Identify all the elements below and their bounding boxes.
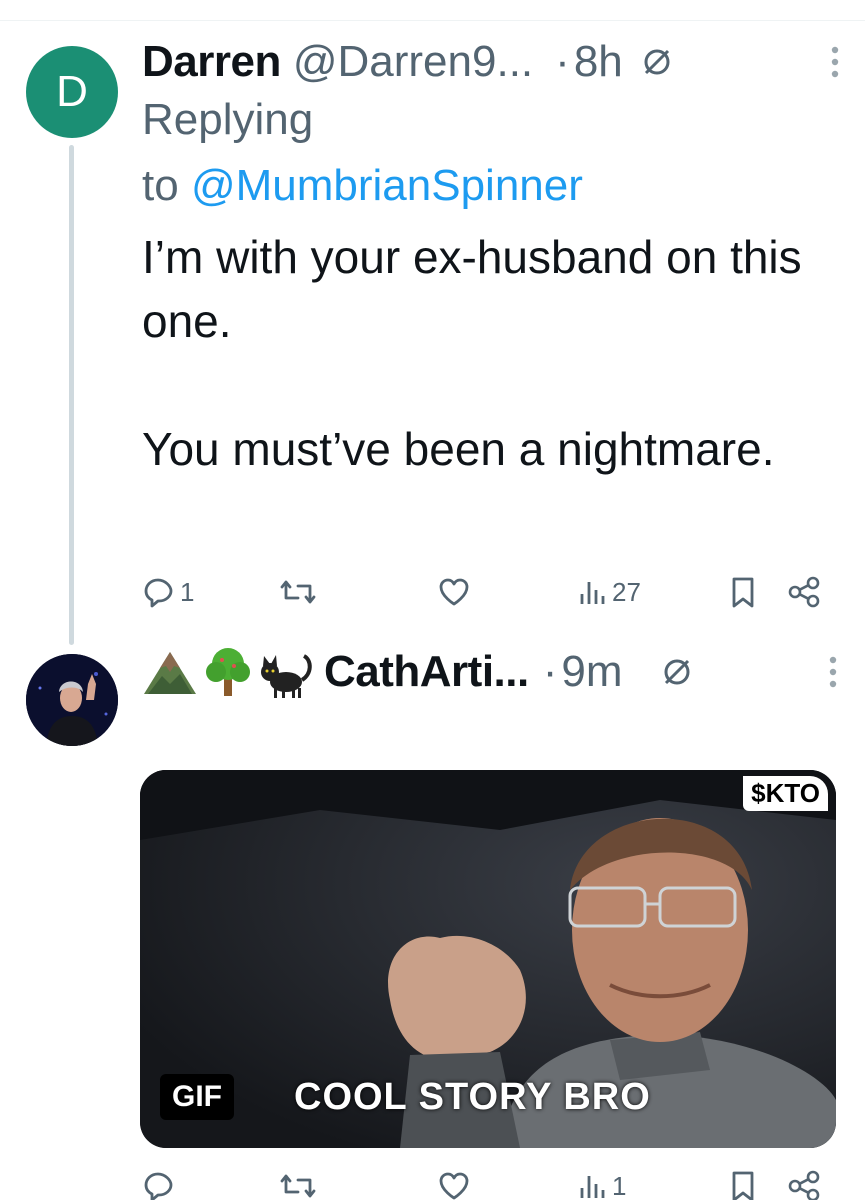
- timestamp[interactable]: 8h: [574, 37, 623, 87]
- retweet-icon: [280, 580, 316, 604]
- gif-media[interactable]: $KTO GIF COOL STORY BRO: [140, 770, 836, 1148]
- separator-dot: ·: [542, 647, 558, 696]
- grok-icon[interactable]: [641, 46, 673, 78]
- more-options-icon[interactable]: [826, 654, 840, 690]
- gif-caption: COOL STORY BRO: [294, 1076, 651, 1118]
- separator-dot: ·: [555, 37, 570, 86]
- replying-to: to @MumbrianSpinner: [142, 158, 583, 214]
- timestamp[interactable]: 9m: [561, 647, 622, 697]
- avatar[interactable]: D: [26, 46, 118, 138]
- bookmark-icon: [732, 577, 754, 608]
- views-count: 1: [612, 1170, 627, 1200]
- retweet-button[interactable]: [278, 1168, 318, 1200]
- gif-ticker-label: $KTO: [743, 776, 828, 811]
- bookmark-button[interactable]: [728, 574, 758, 610]
- reply-button[interactable]: 1: [140, 574, 194, 610]
- author-name[interactable]: Darren: [142, 37, 281, 87]
- reply-icon: [144, 578, 173, 608]
- retweet-icon: [280, 1174, 316, 1198]
- reply-count: 1: [180, 576, 195, 607]
- tree-icon: [206, 648, 250, 696]
- top-divider: [0, 20, 865, 21]
- views-count: 27: [612, 576, 641, 607]
- share-button[interactable]: [786, 1168, 822, 1200]
- gif-badge: GIF: [160, 1074, 234, 1120]
- display-name-emojis: [140, 644, 316, 700]
- heart-icon: [439, 578, 469, 606]
- replying-to-label: to: [142, 161, 179, 210]
- reply-button[interactable]: [140, 1168, 176, 1200]
- tweet-text-line: You must’ve been a nightmare.: [142, 423, 775, 475]
- tweet-actions: 1: [140, 1168, 830, 1200]
- share-icon: [788, 576, 820, 608]
- views-icon: [580, 1176, 605, 1198]
- views-button[interactable]: 27: [578, 574, 641, 610]
- grok-icon[interactable]: [661, 656, 693, 688]
- share-icon: [788, 1170, 820, 1200]
- views-icon: [580, 582, 605, 604]
- views-button[interactable]: 1: [578, 1168, 626, 1200]
- tweet-header: Darren @Darren9... · 8h: [142, 34, 842, 90]
- author-name[interactable]: CathArti...: [324, 647, 529, 697]
- avatar-letter: D: [56, 67, 88, 116]
- more-options-icon[interactable]: [828, 44, 842, 80]
- avatar[interactable]: [26, 654, 118, 746]
- bookmark-icon: [732, 1171, 754, 1200]
- tweet-actions: 1 27: [140, 574, 830, 614]
- reply-icon: [144, 1172, 173, 1200]
- like-button[interactable]: [436, 574, 472, 610]
- tweet-text-line: I’m with your ex-husband on this one.: [142, 231, 802, 347]
- thread-connector-line: [69, 145, 74, 645]
- like-button[interactable]: [436, 1168, 472, 1200]
- mountain-icon: [144, 652, 196, 694]
- share-button[interactable]: [786, 574, 822, 610]
- bookmark-button[interactable]: [728, 1168, 758, 1200]
- tweet-text: I’m with your ex-husband on this one. Yo…: [142, 225, 832, 481]
- black-cat-icon: [261, 654, 312, 698]
- author-handle[interactable]: @Darren9...: [293, 37, 533, 87]
- replying-to-handle[interactable]: @MumbrianSpinner: [191, 161, 583, 210]
- replying-label: Replying: [142, 95, 314, 144]
- heart-icon: [439, 1172, 469, 1200]
- retweet-button[interactable]: [278, 574, 318, 610]
- tweet-header: CathArti... · 9m: [140, 644, 840, 700]
